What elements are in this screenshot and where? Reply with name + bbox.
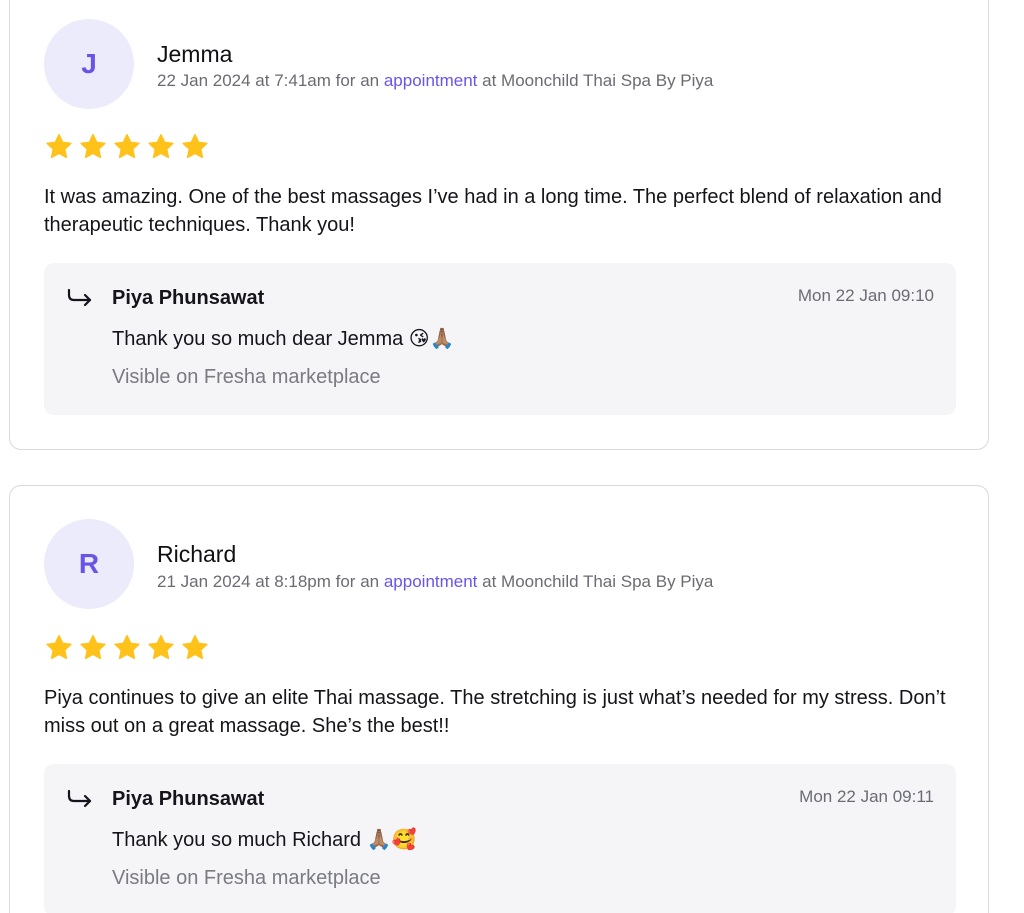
review-text: It was amazing. One of the best massages… [44, 186, 942, 236]
reviewer-name: Jemma [157, 41, 233, 67]
review-location: at Moonchild Thai Spa By Piya [482, 572, 714, 591]
reply-text: Thank you so much Richard 🙏🏽🥰 [112, 829, 417, 851]
review-date: 22 Jan 2024 at 7:41am for an [157, 71, 380, 90]
star-rating [44, 132, 210, 162]
review-meta: 21 Jan 2024 at 8:18pm for an appointment… [157, 572, 713, 592]
avatar: J [44, 19, 134, 109]
avatar: R [44, 519, 134, 609]
owner-reply: Piya Phunsawat Mon 22 Jan 09:10 Thank yo… [44, 263, 956, 415]
reviews-page: J Jemma 22 Jan 2024 at 7:41am for an app… [0, 0, 1024, 913]
star-icon [112, 633, 142, 663]
star-icon [180, 132, 210, 162]
star-icon [44, 633, 74, 663]
star-icon [112, 132, 142, 162]
appointment-link[interactable]: appointment [384, 71, 478, 90]
reply-time: Mon 22 Jan 09:11 [799, 787, 934, 806]
review-card: J Jemma 22 Jan 2024 at 7:41am for an app… [9, 0, 989, 450]
reply-visibility: Visible on Fresha marketplace [112, 366, 381, 388]
star-icon [180, 633, 210, 663]
reply-arrow-icon [66, 287, 94, 309]
appointment-link[interactable]: appointment [384, 572, 478, 591]
review-date: 21 Jan 2024 at 8:18pm for an [157, 572, 380, 591]
reply-text: Thank you so much dear Jemma 😘🙏🏽 [112, 328, 455, 350]
star-icon [146, 633, 176, 663]
review-meta: 22 Jan 2024 at 7:41am for an appointment… [157, 71, 713, 91]
owner-reply: Piya Phunsawat Mon 22 Jan 09:11 Thank yo… [44, 764, 956, 913]
reply-arrow-icon [66, 788, 94, 810]
star-rating [44, 633, 210, 663]
reviewer-name: Richard [157, 541, 237, 567]
reply-visibility: Visible on Fresha marketplace [112, 867, 381, 889]
reply-time: Mon 22 Jan 09:10 [797, 286, 934, 305]
star-icon [78, 633, 108, 663]
review-card: R Richard 21 Jan 2024 at 8:18pm for an a… [9, 485, 989, 913]
review-text: Piya continues to give an elite Thai mas… [44, 687, 946, 737]
star-icon [44, 132, 74, 162]
reply-author: Piya Phunsawat [112, 788, 265, 810]
review-location: at Moonchild Thai Spa By Piya [482, 71, 714, 90]
star-icon [78, 132, 108, 162]
reply-author: Piya Phunsawat [112, 287, 265, 309]
star-icon [146, 132, 176, 162]
